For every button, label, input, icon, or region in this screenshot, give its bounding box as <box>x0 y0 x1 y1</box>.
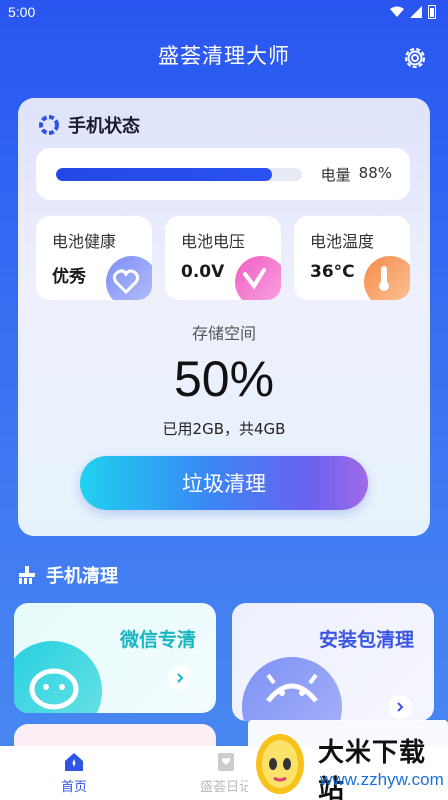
phone-status-title: 手机状态 <box>68 116 140 137</box>
battery-level-text: 电量 88% <box>321 164 392 185</box>
phone-status-card: 手机状态 电量 88% 电池健康 优秀 电池电压 0.0V 电池温度 36°C … <box>18 98 430 536</box>
battery-temperature-card: 电池温度 36°C <box>294 216 410 300</box>
gear-icon[interactable] <box>402 45 428 71</box>
wechat-icon <box>14 641 102 713</box>
watermark-logo-icon <box>250 724 310 796</box>
watermark-url: www.zzhyw.com <box>320 770 444 789</box>
chevron-right-icon[interactable] <box>168 666 192 690</box>
watermark: 大米下载站 www.zzhyw.com <box>248 720 448 800</box>
apk-clean-card[interactable]: 安装包清理 <box>232 603 434 721</box>
phone-clean-title: 手机清理 <box>46 566 118 587</box>
storage-label: 存储空间 <box>191 324 256 343</box>
status-bar: 5:00 <box>0 0 448 26</box>
battery-temperature-label: 电池温度 <box>310 232 375 251</box>
nav-home[interactable]: 首页 <box>34 750 114 795</box>
status-time: 5:00 <box>8 4 36 20</box>
battery-label: 电量 <box>320 166 351 184</box>
home-icon <box>62 750 86 774</box>
wechat-clean-title: 微信专清 <box>119 629 196 651</box>
battery-health-card: 电池健康 优秀 <box>36 216 152 300</box>
battery-value: 88% <box>358 164 392 182</box>
junk-clean-button[interactable]: 垃圾清理 <box>80 456 368 510</box>
apk-clean-title: 安装包清理 <box>318 629 414 651</box>
battery-voltage-label: 电池电压 <box>181 232 246 251</box>
phone-status-icon <box>38 114 60 136</box>
broom-icon <box>16 564 38 586</box>
battery-progress-track <box>56 168 302 181</box>
status-icons <box>390 5 436 19</box>
wechat-clean-card[interactable]: 微信专清 <box>14 603 216 713</box>
wifi-icon <box>390 6 404 18</box>
battery-health-label: 电池健康 <box>52 232 117 251</box>
check-icon <box>235 256 281 300</box>
thermometer-icon <box>364 256 410 300</box>
battery-voltage-value: 0.0V <box>181 262 225 282</box>
phone-clean-header: 手机清理 <box>16 562 118 588</box>
nav-diary-label: 盛荟日记 <box>199 780 252 795</box>
app-title: 盛荟清理大师 <box>158 44 290 68</box>
nav-home-label: 首页 <box>60 780 87 795</box>
phone-status-header: 手机状态 <box>38 112 140 138</box>
battery-level-box: 电量 88% <box>36 148 410 200</box>
battery-health-value: 优秀 <box>52 267 86 287</box>
storage-percent: 50% <box>173 351 275 407</box>
storage-detail: 已用2GB，共4GB <box>162 420 286 438</box>
diary-icon <box>214 750 238 774</box>
heart-icon <box>106 256 152 300</box>
chevron-right-icon[interactable] <box>388 695 412 719</box>
signal-icon <box>410 6 422 18</box>
android-icon <box>242 657 342 721</box>
battery-voltage-card: 电池电压 0.0V <box>165 216 281 300</box>
battery-temperature-value: 36°C <box>310 262 355 282</box>
battery-progress-fill <box>56 168 273 181</box>
battery-icon <box>428 5 436 19</box>
